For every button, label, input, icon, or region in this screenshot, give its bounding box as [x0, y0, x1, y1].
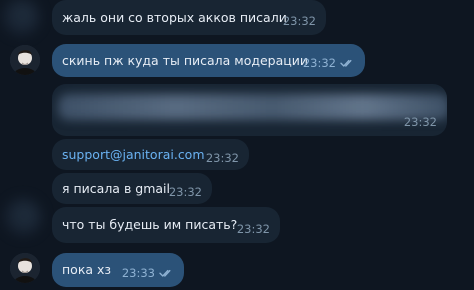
message-text: скинь пж куда ты писала модерации: [62, 53, 309, 68]
message-time: 23:33: [121, 266, 155, 280]
message-bubble[interactable]: пока хз 23:33: [52, 253, 184, 287]
message-text: пока хз: [62, 262, 112, 277]
blurred-avatar: [4, 198, 42, 236]
double-check-icon: [159, 268, 174, 278]
message-meta: 23:32: [404, 116, 437, 128]
message-meta: 23:32: [206, 152, 239, 164]
message-bubble[interactable]: жаль они со вторых акков писали 23:32: [52, 0, 326, 35]
message-time: 23:32: [282, 14, 316, 28]
message-time: 23:32: [403, 115, 437, 129]
message-meta: 23:33: [122, 267, 174, 279]
message-bubble[interactable]: скинь пж куда ты писала модерации 23:32: [52, 44, 365, 77]
message-text: я писала в gmail: [62, 181, 171, 196]
message-meta: 23:32: [169, 186, 202, 198]
message-time: 23:32: [302, 56, 336, 70]
message-time: 23:32: [205, 151, 239, 165]
blurred-message-content: [58, 94, 447, 120]
blurred-avatar: [2, 0, 40, 36]
message-time: 23:32: [236, 222, 270, 236]
avatar-icon: [10, 253, 40, 283]
message-meta: 23:32: [303, 57, 355, 69]
message-text: что ты будешь им писать?: [62, 217, 238, 232]
double-check-icon: [340, 58, 355, 68]
message-bubble[interactable]: support@janitorai.com 23:32: [52, 139, 249, 170]
user-avatar[interactable]: [10, 45, 40, 75]
message-time: 23:32: [168, 185, 202, 199]
email-link[interactable]: support@janitorai.com: [62, 147, 205, 163]
message-meta: 23:32: [283, 15, 316, 27]
message-bubble[interactable]: что ты будешь им писать? 23:32: [52, 207, 280, 243]
user-avatar[interactable]: [10, 253, 40, 283]
chat-area: жаль они со вторых акков писали 23:32 ск…: [0, 0, 474, 290]
message-text: жаль они со вторых акков писали: [62, 10, 287, 25]
message-bubble[interactable]: я писала в gmail 23:32: [52, 173, 212, 204]
message-meta: 23:32: [237, 223, 270, 235]
avatar-icon: [10, 45, 40, 75]
message-bubble[interactable]: 23:32: [52, 84, 447, 136]
